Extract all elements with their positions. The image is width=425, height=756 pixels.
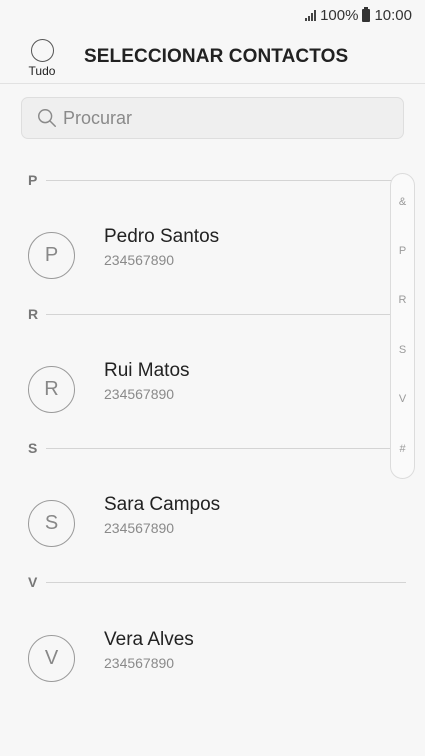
avatar: P xyxy=(28,232,75,279)
section-letter: P xyxy=(28,172,38,188)
section-divider xyxy=(46,581,406,583)
avatar: S xyxy=(28,500,75,547)
contact-name: Rui Matos xyxy=(104,360,190,381)
section-divider xyxy=(46,313,398,315)
index-item-ampersand[interactable]: & xyxy=(391,196,414,208)
search-placeholder: Procurar xyxy=(63,107,133,128)
section-header-v: V xyxy=(28,572,406,592)
select-all-checkbox[interactable]: Tudo xyxy=(24,39,60,83)
contact-item-rui-matos[interactable]: R Rui Matos 234567890 xyxy=(28,358,388,418)
index-item-r[interactable]: R xyxy=(391,294,414,306)
battery-percent: 100% xyxy=(320,6,359,24)
index-item-s[interactable]: S xyxy=(391,344,414,356)
page-title: SELECCIONAR CONTACTOS xyxy=(84,46,349,67)
index-scroller[interactable]: & P R S V # xyxy=(390,173,415,479)
index-item-v[interactable]: V xyxy=(391,393,414,405)
contact-phone: 234567890 xyxy=(104,655,175,671)
index-item-p[interactable]: P xyxy=(391,245,414,257)
contact-phone: 234567890 xyxy=(104,386,175,402)
section-header-r: R xyxy=(28,304,398,324)
checkbox-circle-icon xyxy=(30,39,54,62)
avatar: R xyxy=(28,366,75,413)
index-item-hash[interactable]: # xyxy=(391,443,414,455)
contact-phone: 234567890 xyxy=(104,252,175,268)
section-header-p: P xyxy=(28,170,398,190)
section-header-s: S xyxy=(28,438,398,458)
section-divider xyxy=(46,179,398,181)
clock: 10:00 xyxy=(374,6,412,24)
section-divider xyxy=(46,447,398,449)
section-letter: R xyxy=(28,306,39,322)
select-all-label: Tudo xyxy=(28,64,56,78)
contact-item-pedro-santos[interactable]: P Pedro Santos 234567890 xyxy=(28,224,388,284)
battery-icon xyxy=(362,6,371,22)
section-letter: V xyxy=(28,574,38,590)
header: Tudo SELECCIONAR CONTACTOS xyxy=(0,30,425,84)
contact-item-vera-alves[interactable]: V Vera Alves 234567890 xyxy=(28,627,388,687)
search-input[interactable]: Procurar xyxy=(21,97,404,139)
contact-name: Pedro Santos xyxy=(104,226,220,247)
contact-name: Sara Campos xyxy=(104,494,221,515)
status-bar: 100% 10:00 xyxy=(0,0,425,30)
section-letter: S xyxy=(28,440,38,456)
avatar: V xyxy=(28,635,75,682)
contact-phone: 234567890 xyxy=(104,520,175,536)
contact-name: Vera Alves xyxy=(104,629,194,650)
signal-icon xyxy=(305,9,317,21)
search-icon xyxy=(38,109,56,127)
contact-item-sara-campos[interactable]: S Sara Campos 234567890 xyxy=(28,492,388,552)
